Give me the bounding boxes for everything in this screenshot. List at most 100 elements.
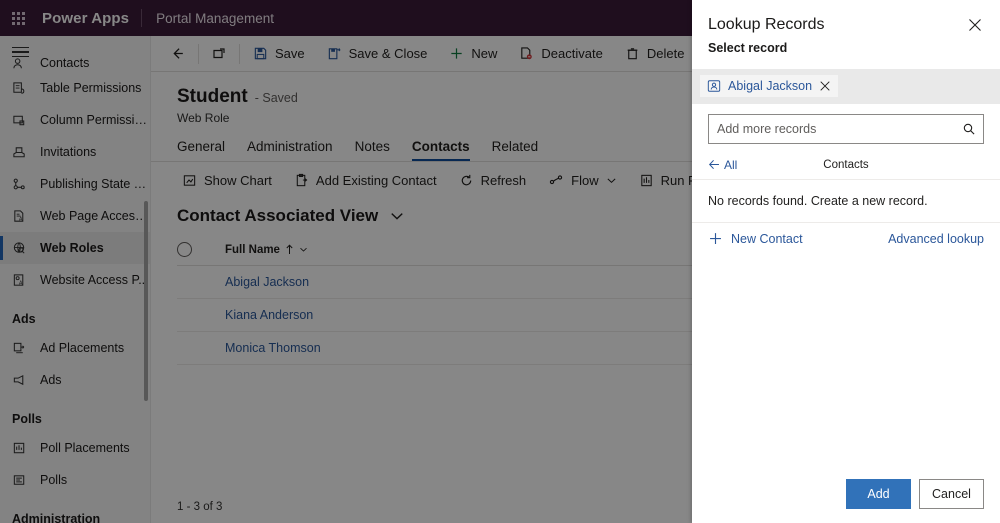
search-icon[interactable] — [955, 122, 983, 137]
refresh-grid-button[interactable]: Refresh — [448, 162, 538, 198]
save-button[interactable]: Save — [242, 36, 316, 72]
save-and-close-button[interactable]: Save & Close — [316, 36, 439, 72]
deactivate-button[interactable]: Deactivate — [508, 36, 613, 72]
sidebar-item-ad-placements[interactable]: Ad Placements — [0, 332, 150, 364]
new-contact-label: New Contact — [731, 231, 803, 246]
sidebar-item-column-permissions[interactable]: Column Permissio... — [0, 104, 150, 136]
trash-icon — [625, 46, 640, 61]
save-icon — [253, 46, 268, 61]
popout-icon — [211, 46, 227, 62]
poll-placements-icon — [12, 441, 32, 456]
search-box[interactable] — [708, 114, 984, 144]
column-header-full-name[interactable]: Full Name — [225, 244, 308, 256]
command-label: Flow — [571, 172, 599, 188]
sidebar-item-publishing-state-transitions[interactable]: Publishing State T... — [0, 168, 150, 200]
sidebar-item-label: Publishing State T... — [40, 177, 150, 191]
table-permissions-icon — [12, 81, 32, 96]
sidebar-group-administration: Administration — [12, 512, 101, 523]
flow-button[interactable]: Flow — [537, 162, 627, 198]
sidebar-item-contacts[interactable]: Contacts — [0, 54, 150, 72]
command-label: Save — [275, 46, 305, 61]
command-label: Deactivate — [541, 46, 603, 61]
sidebar-item-poll-placements[interactable]: Poll Placements — [0, 432, 150, 464]
panel-actions: New Contact Advanced lookup — [692, 223, 1000, 246]
app-name-label[interactable]: Portal Management — [142, 11, 274, 26]
command-label: Show Chart — [204, 172, 272, 188]
tab-administration[interactable]: Administration — [247, 139, 333, 161]
add-existing-icon — [294, 173, 309, 188]
delete-button[interactable]: Delete — [614, 36, 696, 72]
publishing-state-icon — [12, 177, 32, 192]
waffle-grid-icon[interactable] — [0, 0, 36, 36]
deactivate-icon — [519, 46, 534, 61]
open-in-new-window-button[interactable] — [201, 36, 237, 72]
refresh-icon — [459, 173, 474, 188]
command-divider — [198, 43, 199, 64]
back-all-label: All — [724, 157, 738, 172]
show-chart-button[interactable]: Show Chart — [171, 162, 283, 198]
chevron-down-icon[interactable] — [299, 245, 308, 254]
sidebar-item-label: Polls — [40, 473, 68, 487]
empty-state-message: No records found. Create a new record. — [692, 180, 1000, 223]
brand-title[interactable]: Power Apps — [36, 10, 141, 27]
sidebar-item-label: Table Permissions — [40, 81, 142, 95]
sidebar-item-label: Ad Placements — [40, 341, 125, 355]
sidebar-item-website-access-permissions[interactable]: A Website Access P... — [0, 264, 150, 296]
cancel-button[interactable]: Cancel — [919, 479, 984, 509]
save-status: - Saved — [254, 91, 298, 105]
cell-full-name[interactable]: Monica Thomson — [225, 341, 321, 355]
report-icon — [639, 173, 654, 188]
ad-placements-icon — [12, 341, 32, 356]
tab-related[interactable]: Related — [492, 139, 539, 161]
tab-contacts[interactable]: Contacts — [411, 139, 470, 161]
selected-records-area: Abigal Jackson — [692, 69, 1000, 104]
column-permissions-icon — [12, 113, 32, 128]
new-button[interactable]: New — [438, 36, 508, 72]
close-icon[interactable] — [819, 80, 831, 92]
add-button[interactable]: Add — [846, 479, 911, 509]
selected-record-token[interactable]: Abigal Jackson — [700, 75, 839, 97]
select-all-radio-icon[interactable] — [177, 242, 225, 257]
chevron-down-icon — [390, 209, 404, 223]
contact-record-icon — [707, 79, 721, 93]
back-arrow-icon — [708, 158, 721, 171]
invitations-icon — [12, 145, 32, 160]
save-close-icon — [327, 46, 342, 61]
command-label: Delete — [646, 46, 685, 61]
sidebar-item-web-page-access[interactable]: A Web Page Access ... — [0, 200, 150, 232]
token-label: Abigal Jackson — [728, 79, 813, 93]
back-arrow-icon — [169, 45, 186, 62]
add-existing-contact-button[interactable]: Add Existing Contact — [283, 162, 448, 198]
entity-filter-row: All Contacts — [692, 150, 1000, 180]
command-label: New — [471, 46, 498, 61]
column-header-label: Full Name — [225, 243, 280, 256]
panel-footer: Add Cancel — [692, 467, 1000, 523]
sidebar-group-polls: Polls — [12, 412, 42, 426]
new-contact-button[interactable]: New Contact — [708, 231, 803, 246]
command-divider — [239, 43, 240, 64]
close-icon[interactable] — [962, 12, 988, 38]
sidebar-scrollbar[interactable] — [144, 201, 148, 401]
sidebar-item-label: Ads — [40, 373, 62, 387]
sidebar-item-polls[interactable]: Polls — [0, 464, 150, 496]
back-to-all-button[interactable]: All — [708, 158, 737, 172]
website-access-icon: A — [12, 273, 32, 288]
app-root: Power Apps Portal Management Contacts Ta… — [0, 0, 1000, 523]
tab-general[interactable]: General — [177, 139, 225, 161]
tab-notes[interactable]: Notes — [355, 139, 390, 161]
cell-full-name[interactable]: Abigal Jackson — [225, 275, 309, 289]
sidebar-item-invitations[interactable]: Invitations — [0, 136, 150, 168]
search-input[interactable] — [709, 122, 955, 136]
advanced-lookup-button[interactable]: Advanced lookup — [888, 232, 984, 246]
view-name: Contact Associated View — [177, 206, 379, 225]
plus-icon — [449, 46, 464, 61]
cell-full-name[interactable]: Kiana Anderson — [225, 308, 313, 322]
command-label: Save & Close — [348, 46, 428, 61]
plus-icon — [708, 231, 723, 246]
command-label: Refresh — [480, 172, 527, 188]
sidebar-item-ads[interactable]: Ads — [0, 364, 150, 396]
back-button[interactable] — [159, 36, 196, 72]
sidebar-item-table-permissions[interactable]: Table Permissions — [0, 72, 150, 104]
command-label: Add Existing Contact — [315, 172, 437, 188]
sidebar-item-web-roles[interactable]: Web Roles — [0, 232, 150, 264]
